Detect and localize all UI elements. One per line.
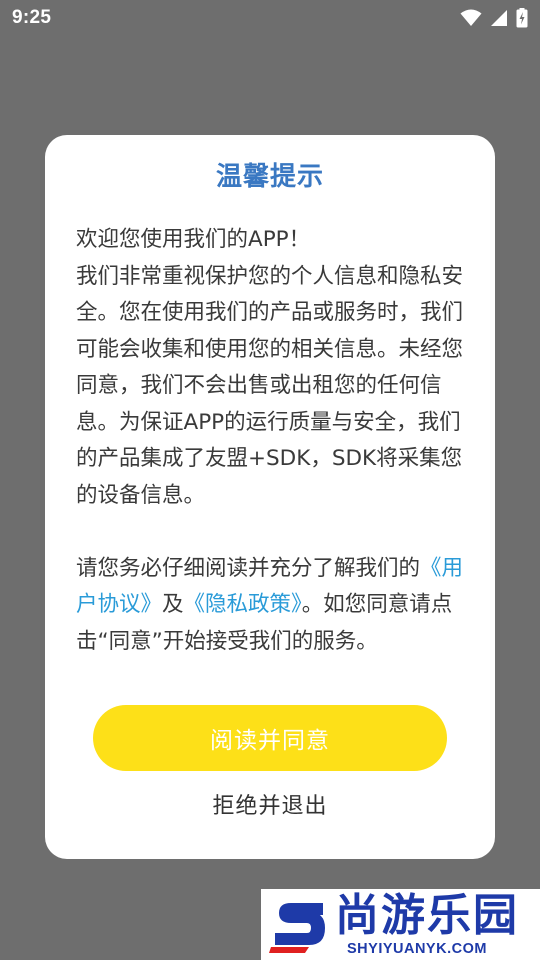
- dialog-body[interactable]: 欢迎您使用我们的APP！ 我们非常重视保护您的个人信息和隐私安全。您在使用我们的…: [76, 222, 470, 662]
- status-time: 9:25: [12, 7, 52, 28]
- reject-exit-button[interactable]: 拒绝并退出: [170, 784, 370, 824]
- privacy-description: 我们非常重视保护您的个人信息和隐私安全。您在使用我们的产品或服务时，我们可能会收…: [76, 263, 464, 508]
- app-screen: 9:25 温馨提示 欢迎您使用我们的APP！ 我们非常重视保护您的个人信息和隐私…: [0, 0, 540, 960]
- cellular-signal-icon: [490, 9, 508, 27]
- welcome-text: 欢迎您使用我们的APP！: [76, 227, 311, 252]
- brand-url: SHYIYUANYK.COM: [347, 941, 487, 957]
- brand-logo-icon: [269, 895, 331, 959]
- status-icons: [460, 6, 528, 30]
- consent-paragraph: 请您务必仔细阅读并充分了解我们的《用户协议》及《隐私政策》。如您同意请点击“同意…: [76, 551, 470, 661]
- consent-prefix: 请您务必仔细阅读并充分了解我们的: [76, 555, 421, 581]
- and-text: 及: [162, 592, 184, 617]
- brand-name: 尚游乐园: [335, 890, 519, 941]
- site-watermark: 尚游乐园 SHYIYUANYK.COM: [261, 889, 540, 960]
- dialog-title: 温馨提示: [215, 162, 324, 192]
- status-bar: 9:25: [0, 0, 540, 36]
- privacy-policy-link[interactable]: 《隐私政策》: [184, 592, 302, 617]
- battery-charging-icon: [516, 8, 528, 28]
- wifi-icon: [460, 9, 482, 27]
- agree-button[interactable]: 阅读并同意: [93, 705, 447, 771]
